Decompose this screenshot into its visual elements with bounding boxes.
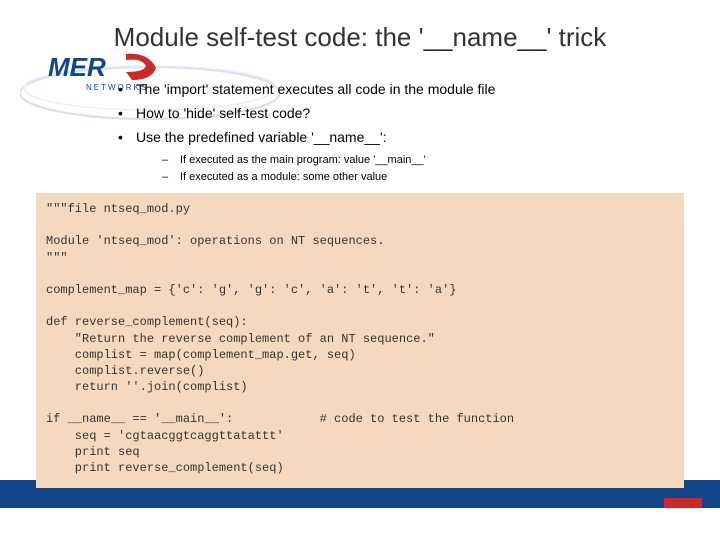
sub-bullet-item: If executed as a module: some other valu… [162, 170, 680, 184]
bullet-item: The 'import' statement executes all code… [118, 80, 680, 98]
bullet-item: How to 'hide' self-test code? [118, 104, 680, 122]
slide-title: Module self-test code: the '__name__' tr… [0, 22, 720, 53]
bullet-item: Use the predefined variable '__name__': [118, 128, 680, 146]
bullet-list: The 'import' statement executes all code… [118, 80, 680, 187]
sub-bullet-item: If executed as the main program: value '… [162, 153, 680, 167]
footer-accent [664, 498, 702, 508]
code-block: """file ntseq_mod.py Module 'ntseq_mod':… [36, 193, 684, 488]
svg-text:MER: MER [48, 52, 106, 82]
